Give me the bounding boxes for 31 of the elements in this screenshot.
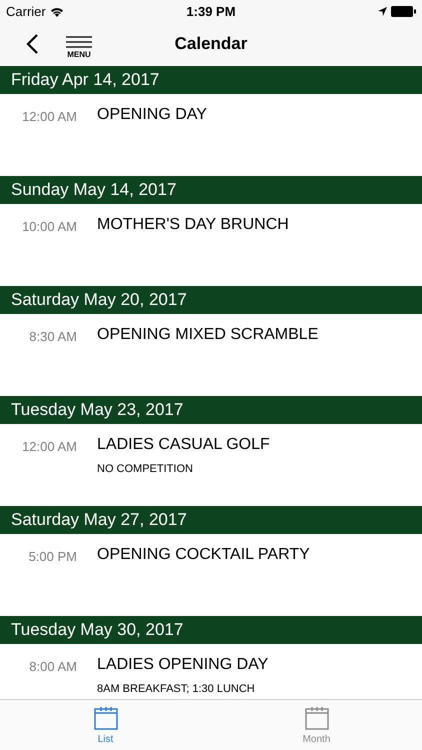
date-header: Saturday May 20, 2017	[0, 286, 422, 314]
event-time: 10:00 AM	[21, 218, 77, 234]
event-title[interactable]: OPENING DAY	[97, 106, 207, 124]
date-header: Tuesday May 30, 2017	[0, 616, 422, 644]
battery-icon	[391, 6, 416, 16]
event-title[interactable]: MOTHER'S DAY BRUNCH	[97, 216, 289, 234]
event-time: 5:00 PM	[28, 548, 77, 564]
date-header: Tuesday May 23, 2017	[0, 396, 422, 424]
page-title: Calendar	[174, 34, 248, 54]
carrier-name: Carrier	[6, 4, 46, 18]
location-icon	[378, 6, 387, 16]
tab[interactable]: List	[0, 700, 211, 750]
event-note: 8AM BREAKFAST; 1:30 LUNCH	[97, 683, 256, 695]
event-time: 12:00 AM	[21, 438, 77, 456]
event-note: NO COMPETITION	[97, 463, 194, 475]
calendar-icon	[304, 706, 328, 730]
date-header: Saturday May 27, 2017	[0, 506, 422, 534]
event-title[interactable]: LADIES CASUAL GOLF	[97, 436, 270, 454]
wifi-icon	[50, 6, 64, 16]
event-title[interactable]: OPENING MIXED SCRAMBLE	[97, 326, 318, 344]
date-header: Friday Apr 14, 2017	[0, 66, 422, 94]
menu-button[interactable]: MENU	[66, 30, 92, 58]
event-time: 12:00 AM	[21, 108, 77, 124]
event-title[interactable]: OPENING COCKTAIL PARTY	[97, 546, 310, 564]
event-time: 8:30 AM	[28, 328, 77, 344]
event-time: 8:00 AM	[28, 658, 77, 676]
calendar-icon	[94, 706, 118, 730]
status-time: 1:39 PM	[185, 4, 237, 18]
event-title[interactable]: LADIES OPENING DAY	[97, 656, 268, 674]
back-icon[interactable]	[26, 34, 38, 54]
date-header: Sunday May 14, 2017	[0, 176, 422, 204]
